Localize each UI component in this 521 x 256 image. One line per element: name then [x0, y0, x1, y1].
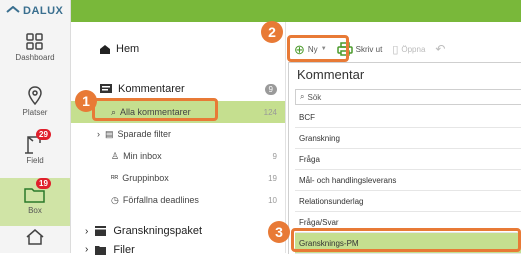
nav-item-my-inbox[interactable]: ♙ Min inbox 9: [71, 145, 285, 167]
group-icon: ᴿᴿ: [111, 173, 119, 183]
chevron-right-icon: ›: [85, 225, 89, 237]
nav-item-label: Min inbox: [123, 151, 162, 161]
comment-type-option[interactable]: Mål- och handlingsleverans: [295, 170, 521, 191]
search-icon: ⌕: [300, 92, 305, 101]
nav-item-label: Sparade filter: [117, 129, 172, 139]
top-bar: [71, 0, 521, 22]
nav-item-count: 10: [268, 195, 277, 205]
nav-item-saved-filters[interactable]: › ▤ Sparade filter: [71, 123, 285, 145]
nav-item-label: Gruppinbox: [122, 173, 169, 183]
highlight-gransknings-pm: [291, 228, 521, 252]
folder-icon: [95, 246, 107, 255]
house-icon: [6, 6, 20, 13]
filter-icon: ▤: [105, 128, 114, 139]
undo-icon: ↶: [435, 42, 446, 56]
open-button[interactable]: ▯ Öppna: [392, 43, 425, 56]
nav-item-overdue-deadlines[interactable]: ◷ Förfallna deadlines 10: [71, 189, 285, 211]
nav-item-group-inbox[interactable]: ᴿᴿ Gruppinbox 19: [71, 167, 285, 189]
rail-item-label: Field: [26, 156, 44, 165]
panel-title: Kommentar: [297, 67, 365, 82]
callout-3: 3: [268, 221, 290, 243]
nav-item-label: Förfallna deadlines: [122, 195, 199, 205]
nav-home-label: Hem: [116, 43, 140, 55]
rail-item-label: Box: [28, 206, 42, 215]
nav-review-package-label: Granskningspaket: [113, 225, 203, 237]
user-icon: ♙: [111, 150, 120, 161]
logo-text: DALUX: [23, 5, 64, 17]
undo-button[interactable]: ↶: [435, 42, 445, 56]
comment-type-option[interactable]: Granskning: [295, 128, 521, 149]
dalux-logo: DALUX: [6, 5, 63, 17]
nav-comments-label: Kommentarer: [118, 83, 185, 95]
box-badge: 19: [36, 178, 51, 189]
map-pin-icon: [28, 86, 42, 106]
nav-comments[interactable]: Kommentarer 9: [71, 78, 285, 100]
nav-files-label: Filer: [113, 244, 135, 256]
search-input[interactable]: Sök: [307, 93, 321, 102]
nav-files[interactable]: › Filer: [71, 244, 285, 256]
field-badge: 29: [36, 129, 51, 140]
clock-icon: ◷: [111, 194, 119, 205]
rail-item-more[interactable]: [0, 229, 70, 247]
rail-item-label: Platser: [22, 108, 48, 117]
comment-list-icon: [100, 84, 112, 93]
comments-count-badge: 9: [264, 83, 277, 95]
highlight-new-button: [287, 35, 349, 62]
comment-type-option[interactable]: Fråga: [295, 149, 521, 170]
left-rail: DALUX Dashboard Platser Field 29 Box 19: [0, 0, 71, 253]
open-button-label: Öppna: [401, 44, 426, 54]
chevron-right-icon: ›: [85, 244, 89, 255]
rail-item-label: Dashboard: [15, 53, 55, 62]
package-icon: [95, 226, 107, 236]
document-icon: ▯: [392, 43, 399, 56]
rail-item-platser[interactable]: Platser: [0, 86, 70, 117]
highlight-all-comments: [92, 98, 218, 121]
nav-item-count: 19: [268, 173, 277, 183]
chevron-right-icon: ›: [97, 129, 100, 139]
nav-item-count: 9: [272, 151, 277, 161]
nav-review-package[interactable]: › Granskningspaket: [71, 220, 285, 242]
dashboard-icon: [26, 33, 43, 50]
rail-item-dashboard[interactable]: Dashboard: [0, 33, 70, 62]
new-comment-panel: Kommentar ⌕ Sök BCF Granskning Fråga Mål…: [288, 62, 521, 254]
comment-type-search[interactable]: ⌕ Sök: [295, 89, 521, 105]
print-button-label: Skriv ut: [355, 44, 383, 54]
comment-type-option[interactable]: BCF: [295, 107, 521, 128]
box-navigation: Hem Kommentarer 9 ⌕ Alla kommentarer 124…: [71, 22, 286, 256]
callout-2: 2: [261, 21, 283, 43]
house-icon: [26, 229, 44, 245]
rail-item-field[interactable]: Field: [0, 134, 70, 165]
nav-home[interactable]: Hem: [71, 38, 285, 60]
nav-item-count: 124: [263, 107, 277, 117]
rail-item-box[interactable]: Box: [0, 186, 70, 215]
comment-type-option[interactable]: Relationsunderlag: [295, 191, 521, 212]
callout-1: 1: [75, 90, 97, 112]
home-icon: [100, 44, 110, 54]
